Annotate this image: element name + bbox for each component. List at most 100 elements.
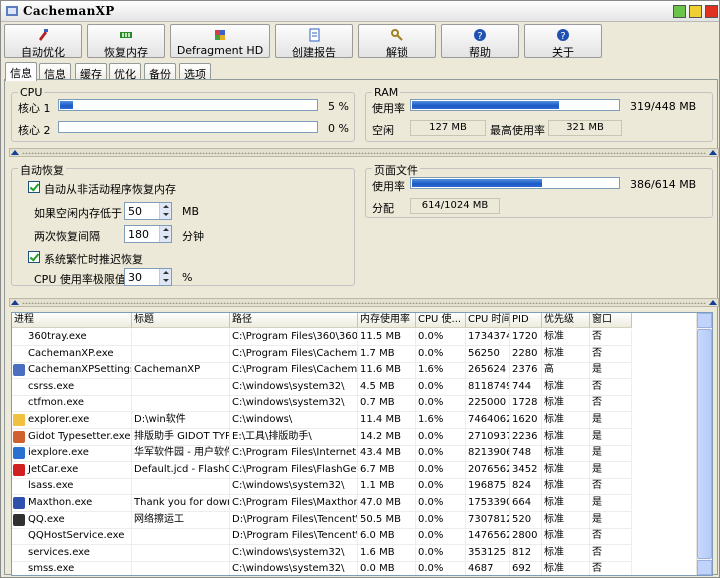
cell-col-cpu-time: 7464062 [466, 412, 510, 429]
ram-peak-value: 321 MB [548, 120, 622, 136]
table-row[interactable]: smss.exe C:\windows\system32\ 0.0 MB 0.0% 46… [12, 561, 632, 575]
scroll-thumb[interactable] [697, 329, 712, 559]
cell-col-process: Gidot Typesetter.exe [12, 428, 132, 446]
cell-col-cpu-usage: 0.0% [416, 544, 466, 562]
table-row[interactable]: JetCar.exeDefault.jcd - FlashGetC:\Progr… [12, 461, 632, 479]
cpu-limit-stepper[interactable]: 30 [124, 268, 172, 286]
header-col-title[interactable]: 标题 [132, 313, 230, 328]
low-memory-stepper[interactable]: 50 [124, 202, 172, 220]
table-row[interactable]: CachemanXP.exe C:\Program Files\CachemanX… [12, 345, 632, 363]
table-row[interactable]: CachemanXPSettings.exeCachemanXPC:\Progr… [12, 362, 632, 380]
header-col-window[interactable]: 窗口 [590, 313, 632, 328]
header-col-path[interactable]: 路径 [230, 313, 358, 328]
cell-col-title [132, 345, 230, 363]
interval-stepper[interactable]: 180 [124, 225, 172, 243]
cell-col-memory: 50.5 MB [358, 511, 416, 529]
title-bar[interactable]: CachemanXP [1, 1, 719, 22]
pagefile-usage-progress [410, 177, 620, 189]
auto-recover-checkbox[interactable] [28, 181, 40, 193]
table-row[interactable]: csrss.exe C:\windows\system32\ 4.5 MB 0.0% 8… [12, 378, 632, 396]
table-row[interactable]: QQHostService.exe D:\Program Files\Tencen… [12, 528, 632, 546]
core1-progress [58, 99, 318, 111]
cell-col-window: 是 [590, 362, 632, 380]
header-col-priority[interactable]: 优先级 [542, 313, 590, 328]
cell-col-process: iexplore.exe [12, 445, 132, 463]
header-col-cpu-time[interactable]: CPU 时间 [466, 313, 510, 328]
scroll-up-arrow[interactable] [697, 313, 712, 328]
table-row[interactable]: ctfmon.exe C:\windows\system32\ 0.7 MB 0.0%… [12, 395, 632, 413]
collapse-up-icon[interactable] [11, 300, 19, 305]
maximize-button[interactable] [689, 5, 702, 18]
cell-col-cpu-usage: 0.0% [416, 428, 466, 446]
cpu-limit-value: 30 [128, 271, 142, 284]
create-report-button[interactable]: 创建报告 [275, 24, 353, 59]
vertical-scrollbar[interactable] [696, 313, 712, 575]
header-col-process[interactable]: 进程 [12, 313, 132, 328]
table-row[interactable]: services.exe C:\windows\system32\ 1.6 MB 0.… [12, 544, 632, 562]
collapse-up-icon-right[interactable] [709, 150, 717, 155]
stepper-down-icon[interactable] [159, 211, 171, 219]
table-row[interactable]: Maxthon.exeThank you for downloadC:\Prog… [12, 495, 632, 512]
splitter-bottom[interactable] [9, 298, 719, 307]
collapse-up-icon-right[interactable] [709, 300, 717, 305]
stepper-down-icon[interactable] [159, 277, 171, 285]
splitter-top[interactable] [9, 148, 719, 157]
cell-col-pid: 2280 [510, 345, 542, 363]
table-row[interactable]: Gidot Typesetter.exe排版助手 GIDOT TYPESEE:\… [12, 428, 632, 446]
stepper-up-icon[interactable] [159, 269, 171, 277]
cpu-limit-label: CPU 使用率极限值 [34, 273, 126, 286]
cell-col-memory: 4.5 MB [358, 378, 416, 396]
cell-col-priority: 标准 [542, 528, 590, 546]
tab-backup[interactable]: 备份 [144, 63, 176, 81]
help-button[interactable]: ? 帮助 [441, 24, 519, 59]
tab-optimize[interactable]: 优化 [109, 63, 141, 81]
tab-cache[interactable]: 缓存 [75, 63, 107, 81]
pagefile-alloc-value: 614/1024 MB [410, 198, 500, 214]
cell-col-priority: 标准 [542, 345, 590, 363]
auto-recover-group: 自动恢复 自动从非活动程序恢复内存 如果空闲内存低于 50 MB 两次恢复间隔 … [11, 162, 355, 286]
cell-col-path: D:\Program Files\Tencent\QQ\E [230, 528, 358, 546]
header-col-cpu-usage[interactable]: CPU 使... [416, 313, 466, 328]
table-row[interactable]: lsass.exe C:\windows\system32\ 1.1 MB 0.0% 1… [12, 478, 632, 496]
cell-col-path: C:\windows\system32\ [230, 544, 358, 562]
collapse-up-icon[interactable] [11, 150, 19, 155]
table-row[interactable]: iexplore.exe 华军软件园 - 用户软件 C:\Program Files… [12, 445, 632, 463]
header-col-pid[interactable]: PID [510, 313, 542, 328]
scroll-down-arrow[interactable] [697, 560, 712, 575]
interval-unit: 分钟 [182, 230, 204, 243]
cell-col-title: 华军软件园 - 用户软件 [132, 445, 230, 463]
cell-col-window: 是 [590, 428, 632, 446]
recover-memory-button[interactable]: 恢复内存 [87, 24, 165, 59]
auto-optimize-icon [39, 29, 48, 41]
about-button[interactable]: ? 关于 [524, 24, 602, 59]
stepper-down-icon[interactable] [159, 234, 171, 242]
table-row[interactable]: explorer.exe D:\win软件 C:\windows\ 11.4 MB 1.… [12, 412, 632, 429]
cell-col-memory: 0.7 MB [358, 395, 416, 413]
unlock-button[interactable]: 解锁 [358, 24, 436, 59]
table-row[interactable]: 360tray.exe C:\Program Files\360\360safe\… [12, 329, 632, 346]
memory-chip-icon [120, 32, 132, 38]
cell-col-memory: 6.0 MB [358, 528, 416, 546]
cell-col-priority: 标准 [542, 395, 590, 413]
header-col-memory[interactable]: 内存使用率 [358, 313, 416, 328]
defragment-hd-button[interactable]: Defragment HD [170, 24, 270, 58]
tab-options[interactable]: 选项 [179, 63, 211, 81]
auto-optimize-button[interactable]: 自动优化 [4, 24, 82, 59]
cpu-group: CPU 核心 1 5 % 核心 2 0 % [11, 86, 355, 142]
cell-col-path: C:\Program Files\360\360safe\s [230, 329, 358, 346]
stepper-up-icon[interactable] [159, 226, 171, 234]
table-row[interactable]: QQ.exe网络擦运工D:\Program Files\Tencent\QQ\E… [12, 511, 632, 529]
cell-col-priority: 标准 [542, 412, 590, 429]
auto-recover-check-label: 自动从非活动程序恢复内存 [44, 183, 176, 196]
tab-info-2[interactable]: 信息 [39, 63, 71, 81]
minimize-button[interactable] [673, 5, 686, 18]
process-list[interactable]: 进程 标题 路径 内存使用率 CPU 使... CPU 时间 PID 优先级 窗口 360tra… [11, 312, 713, 576]
process-list-header: 进程 标题 路径 内存使用率 CPU 使... CPU 时间 PID 优先级 窗口 [12, 313, 632, 328]
stepper-up-icon[interactable] [159, 203, 171, 211]
busy-postpone-checkbox[interactable] [28, 251, 40, 263]
close-button[interactable] [705, 5, 718, 18]
cell-col-path: C:\Program Files\Maxthon\ [230, 495, 358, 512]
cell-col-cpu-time: 8118749 [466, 378, 510, 396]
cell-col-priority: 标准 [542, 378, 590, 396]
tab-info-1[interactable]: 信息 [5, 62, 37, 81]
